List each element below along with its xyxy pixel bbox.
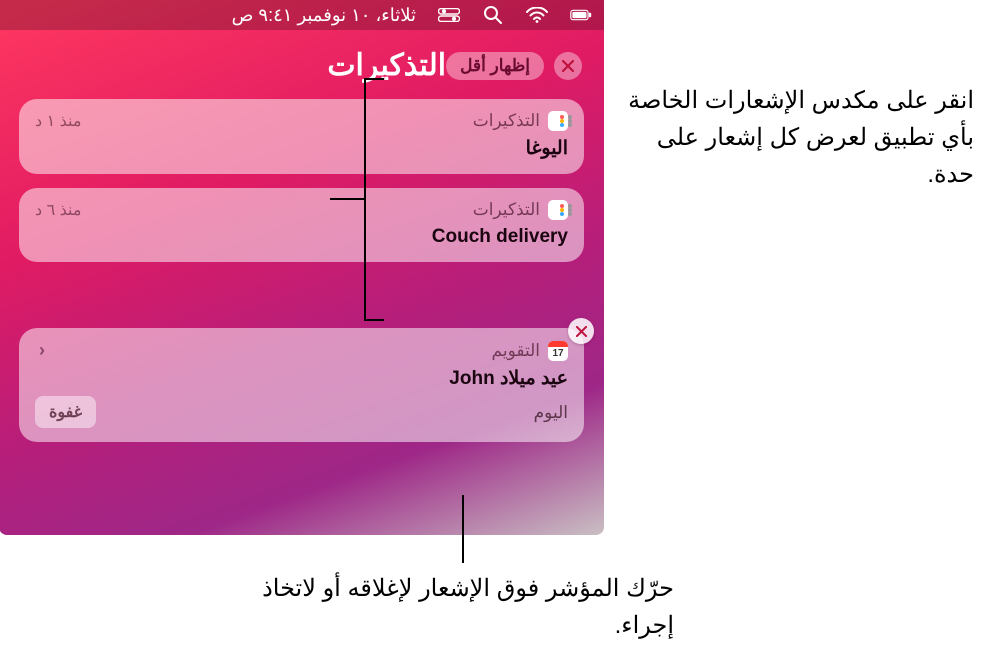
notification-title: Couch delivery bbox=[35, 226, 568, 248]
notification-list: التذكيرات منذ ١ د اليوغا التذكيرات منذ ٦… bbox=[0, 93, 604, 442]
show-less-button[interactable]: إظهار أقل bbox=[446, 52, 544, 80]
search-icon[interactable] bbox=[482, 4, 504, 26]
callout-leader bbox=[366, 319, 384, 321]
reminder-notification[interactable]: التذكيرات منذ ٦ د Couch delivery bbox=[19, 188, 584, 262]
calendar-notification[interactable]: 17 التقويم ‹ عيد ميلاد John اليوم غفوة bbox=[19, 328, 584, 442]
close-notification-button[interactable] bbox=[568, 318, 594, 344]
app-label: التذكيرات bbox=[473, 200, 540, 220]
close-stack-button[interactable] bbox=[554, 52, 582, 80]
notification-time: منذ ١ د bbox=[35, 111, 81, 131]
chevron-left-icon[interactable]: ‹ bbox=[35, 340, 45, 361]
callout-stack: انقر على مكدس الإشعارات الخاصة بأي تطبيق… bbox=[624, 82, 974, 194]
notification-subtitle: اليوم bbox=[534, 403, 568, 423]
callout-leader bbox=[366, 78, 384, 80]
section-title: التذكيرات bbox=[327, 48, 446, 83]
section-header: إظهار أقل التذكيرات bbox=[0, 30, 604, 93]
reminders-icon bbox=[548, 200, 568, 220]
menu-bar: ثلاثاء، ١٠ نوفمبر ٩:٤١ ص bbox=[0, 0, 604, 30]
snooze-button[interactable]: غفوة bbox=[35, 396, 96, 428]
notification-title: عيد ميلاد John bbox=[35, 367, 568, 390]
callout-hover: حرّك المؤشر فوق الإشعار لإغلاقه أو لاتخا… bbox=[254, 570, 674, 644]
reminders-icon bbox=[548, 111, 568, 131]
reminder-notification[interactable]: التذكيرات منذ ١ د اليوغا bbox=[19, 99, 584, 174]
notification-title: اليوغا bbox=[35, 137, 568, 160]
control-center-icon[interactable] bbox=[438, 4, 460, 26]
notification-time: منذ ٦ د bbox=[35, 200, 81, 220]
app-label: التقويم bbox=[492, 341, 540, 361]
calendar-icon: 17 bbox=[548, 341, 568, 361]
callout-leader bbox=[462, 495, 464, 563]
battery-icon[interactable] bbox=[570, 4, 592, 26]
callout-leader bbox=[330, 198, 366, 200]
menu-bar-datetime: ثلاثاء، ١٠ نوفمبر ٩:٤١ ص bbox=[232, 5, 416, 26]
notification-center: ثلاثاء، ١٠ نوفمبر ٩:٤١ ص إظهار أقل التذك… bbox=[0, 0, 604, 535]
app-label: التذكيرات bbox=[473, 111, 540, 131]
wifi-icon[interactable] bbox=[526, 4, 548, 26]
